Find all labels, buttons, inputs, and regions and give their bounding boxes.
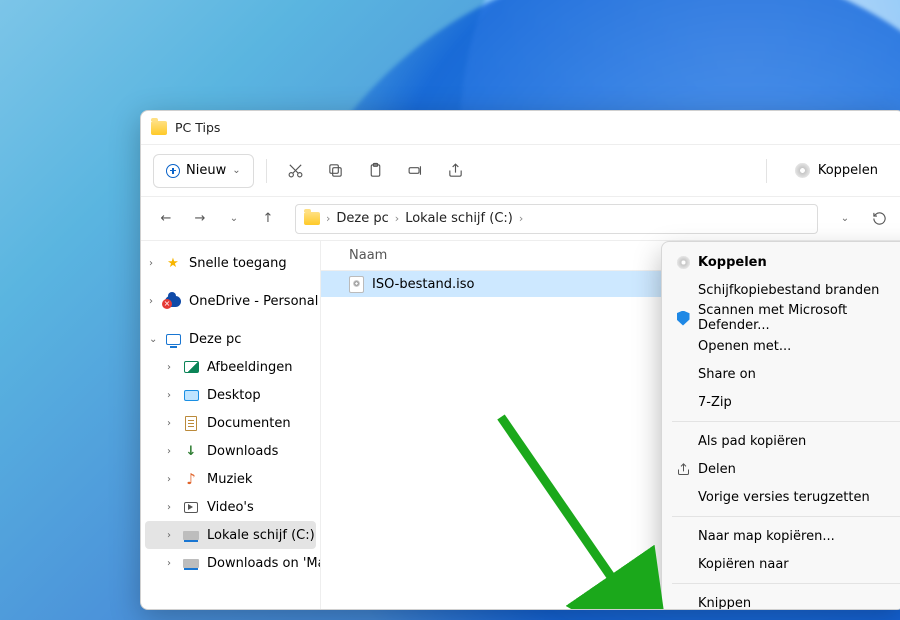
ctx-share-on[interactable]: Share on› <box>668 360 900 388</box>
sidebar-label: Documenten <box>207 416 291 431</box>
ctx-7zip[interactable]: 7-Zip› <box>668 388 900 416</box>
sidebar-item-downloads-network[interactable]: ›Downloads on 'Ma <box>145 549 316 577</box>
ctx-previous-versions[interactable]: Vorige versies terugzetten <box>668 483 900 511</box>
sidebar-label: Video's <box>207 500 254 515</box>
folder-icon <box>151 121 167 135</box>
command-toolbar: Nieuw ⌄ Koppelen <box>141 145 900 197</box>
context-menu: Koppelen Schijfkopiebestand branden Scan… <box>661 241 900 610</box>
mount-button[interactable]: Koppelen <box>781 154 892 188</box>
forward-button[interactable]: → <box>185 204 215 234</box>
sidebar-item-music[interactable]: ›♪Muziek <box>145 465 316 493</box>
up-button[interactable]: ↑ <box>253 204 283 234</box>
address-dropdown-button[interactable]: ⌄ <box>830 204 860 234</box>
ctx-copy-to-folder[interactable]: Naar map kopiëren... <box>668 522 900 550</box>
sidebar-label: Deze pc <box>189 332 241 347</box>
pictures-icon <box>183 359 199 375</box>
file-explorer-window: PC Tips Nieuw ⌄ Koppelen ← → ⌄ ↑ › <box>140 110 900 610</box>
sidebar-item-this-pc[interactable]: ⌄Deze pc <box>145 325 316 353</box>
toolbar-separator <box>766 159 767 183</box>
new-button[interactable]: Nieuw ⌄ <box>153 154 254 188</box>
titlebar: PC Tips <box>141 111 900 145</box>
ctx-copy-to[interactable]: Kopiëren naar› <box>668 550 900 578</box>
file-name: ISO-bestand.iso <box>372 277 474 292</box>
video-icon <box>183 499 199 515</box>
plus-icon <box>166 164 180 178</box>
sidebar-label: OneDrive - Personal <box>189 294 318 309</box>
ctx-mount[interactable]: Koppelen <box>668 248 900 276</box>
ctx-burn[interactable]: Schijfkopiebestand branden <box>668 276 900 304</box>
sidebar-item-videos[interactable]: ›Video's <box>145 493 316 521</box>
breadcrumb-segment[interactable]: Deze pc <box>336 211 388 226</box>
disc-icon <box>675 254 691 270</box>
sidebar-label: Desktop <box>207 388 261 403</box>
sidebar-item-local-disk-c[interactable]: ›Lokale schijf (C:) <box>145 521 316 549</box>
sidebar-item-onedrive[interactable]: ›×OneDrive - Personal <box>145 287 316 315</box>
sidebar-label: Downloads <box>207 444 278 459</box>
cut-button[interactable] <box>279 154 313 188</box>
sidebar-label: Lokale schijf (C:) <box>207 528 315 543</box>
ctx-cut[interactable]: Knippen <box>668 589 900 610</box>
navigation-bar: ← → ⌄ ↑ › Deze pc › Lokale schijf (C:) ›… <box>141 197 900 241</box>
sidebar-item-quick-access[interactable]: ›★Snelle toegang <box>145 249 316 277</box>
rename-button[interactable] <box>399 154 433 188</box>
sidebar-label: Downloads on 'Ma <box>207 556 321 571</box>
drive-icon <box>183 555 199 571</box>
back-button[interactable]: ← <box>151 204 181 234</box>
ctx-defender[interactable]: Scannen met Microsoft Defender... <box>668 304 900 332</box>
refresh-button[interactable] <box>864 204 894 234</box>
breadcrumb-segment[interactable]: Lokale schijf (C:) <box>405 211 513 226</box>
menu-separator <box>672 583 900 584</box>
mount-button-label: Koppelen <box>818 163 878 178</box>
navigation-pane: ›★Snelle toegang ›×OneDrive - Personal ⌄… <box>141 241 321 609</box>
annotation-arrow <box>491 407 681 610</box>
drive-icon <box>183 527 199 543</box>
window-title: PC Tips <box>175 120 220 135</box>
copy-button[interactable] <box>319 154 353 188</box>
paste-button[interactable] <box>359 154 393 188</box>
chevron-right-icon: › <box>395 212 399 225</box>
sidebar-item-documents[interactable]: ›Documenten <box>145 409 316 437</box>
file-list: Naam Type G ISO-bestand.iso Schijfkopieb… <box>321 241 900 609</box>
sidebar-label: Afbeeldingen <box>207 360 292 375</box>
folder-icon <box>304 212 320 225</box>
chevron-down-icon: ⌄ <box>232 165 240 176</box>
toolbar-separator <box>266 159 267 183</box>
monitor-icon <box>165 331 181 347</box>
iso-file-icon <box>349 276 364 293</box>
ctx-share[interactable]: Delen <box>668 455 900 483</box>
sidebar-label: Snelle toegang <box>189 256 287 271</box>
sidebar-item-downloads[interactable]: ›↓Downloads <box>145 437 316 465</box>
chevron-right-icon: › <box>326 212 330 225</box>
sidebar-item-pictures[interactable]: ›Afbeeldingen <box>145 353 316 381</box>
desktop-icon <box>183 387 199 403</box>
document-icon <box>183 415 199 431</box>
address-bar[interactable]: › Deze pc › Lokale schijf (C:) › <box>295 204 818 234</box>
ctx-copy-path[interactable]: Als pad kopiëren <box>668 427 900 455</box>
cloud-icon: × <box>165 293 181 309</box>
sidebar-item-desktop[interactable]: ›Desktop <box>145 381 316 409</box>
menu-separator <box>672 516 900 517</box>
share-icon <box>675 461 691 477</box>
music-icon: ♪ <box>183 471 199 487</box>
chevron-right-icon: › <box>519 212 523 225</box>
menu-separator <box>672 421 900 422</box>
disc-icon <box>795 163 810 178</box>
download-icon: ↓ <box>183 443 199 459</box>
shield-icon <box>675 310 691 326</box>
share-button[interactable] <box>439 154 473 188</box>
ctx-open-with[interactable]: Openen met... <box>668 332 900 360</box>
recent-locations-button[interactable]: ⌄ <box>219 204 249 234</box>
star-icon: ★ <box>165 255 181 271</box>
new-button-label: Nieuw <box>186 163 226 178</box>
sidebar-label: Muziek <box>207 472 252 487</box>
